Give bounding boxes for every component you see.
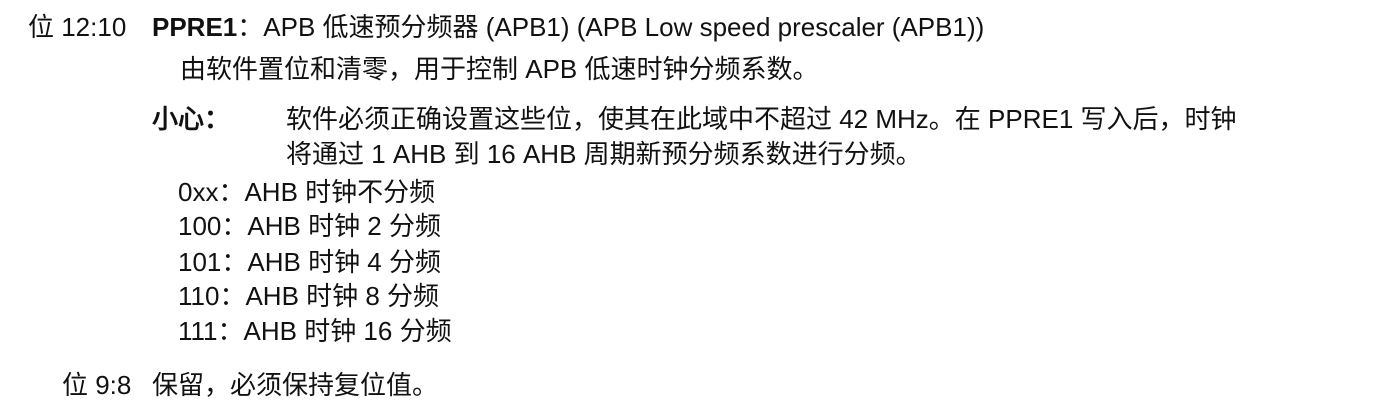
caution-label: 小心： <box>152 104 231 134</box>
field-title: PPRE1：APB 低速预分频器 (APB1) (APB Low speed p… <box>152 14 984 40</box>
field-description: 由软件置位和清零，用于控制 APB 低速时钟分频系数。 <box>180 54 819 84</box>
bit-range-label-9-8: 位 9:8 <box>62 370 132 400</box>
field-title-text: ：APB 低速预分频器 (APB1) (APB Low speed presca… <box>237 12 985 42</box>
option-101: 101：AHB 时钟 4 分频 <box>178 247 441 277</box>
option-111: 111：AHB 时钟 16 分频 <box>178 316 452 346</box>
option-100: 100：AHB 时钟 2 分频 <box>178 211 441 241</box>
caution-text-line-2: 将通过 1 AHB 到 16 AHB 周期新预分频系数进行分频。 <box>286 139 922 169</box>
reserved-description: 保留，必须保持复位值。 <box>152 370 439 400</box>
caution-text-line-1: 软件必须正确设置这些位，使其在此域中不超过 42 MHz。在 PPRE1 写入后… <box>286 104 1237 134</box>
option-110: 110：AHB 时钟 8 分频 <box>178 281 440 311</box>
option-0xx: 0xx：AHB 时钟不分频 <box>178 177 436 207</box>
field-name: PPRE1 <box>152 12 238 42</box>
bit-range-label-12-10: 位 12:10 <box>28 12 127 42</box>
